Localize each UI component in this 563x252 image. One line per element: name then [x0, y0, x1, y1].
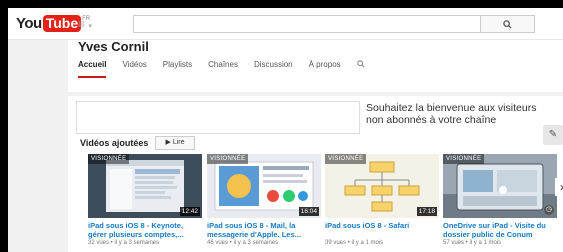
video-thumbnail[interactable]: VISIONNÉE 16:04 [207, 154, 321, 218]
tab-accueil[interactable]: Accueil [78, 60, 107, 78]
video-meta: 39 vues • il y a 1 mois [325, 240, 384, 246]
video-meta: 46 vues • il y a 3 semaines [207, 240, 279, 246]
logo-tube-text: Tube [42, 15, 82, 32]
tab-a-propos[interactable]: À propos [309, 60, 341, 78]
video-card[interactable]: VISIONNÉE 17:18 iPad sous iOS 8 - Safari… [325, 154, 439, 247]
search-input[interactable] [133, 15, 480, 33]
guide-menu-icon[interactable]: ≡ ▾ [78, 18, 92, 33]
masthead: You Tube FR ≡ ▾ [8, 8, 563, 40]
watched-badge: VISIONNÉE [325, 154, 367, 164]
video-title[interactable]: OneDrive sur iPad - Visite du dossier pu… [443, 221, 557, 239]
section-title[interactable]: Vidéos ajoutées [80, 137, 148, 149]
shelf-next-button[interactable]: › [555, 178, 563, 196]
video-thumbnail[interactable]: VISIONNÉE 17:18 [325, 154, 439, 218]
channel-header: Yves Cornil Accueil Vidéos Playlists Cha… [68, 40, 563, 92]
video-duration: 12:42 [179, 207, 200, 216]
watch-later-icon[interactable]: ◷ [544, 205, 554, 215]
play-all-button[interactable]: ▶ Lire [155, 136, 195, 150]
hamburger-icon: ≡ [78, 17, 86, 31]
watched-badge: VISIONNÉE [443, 154, 485, 164]
video-title[interactable]: iPad sous iOS 8 - Keynote, gérer plusieu… [88, 221, 202, 239]
video-meta: 57 vues • il y a 1 mois [443, 240, 502, 246]
channel-tabs: Accueil Vidéos Playlists Chaînes Discuss… [78, 60, 365, 78]
video-title[interactable]: iPad sous iOS 8 - Safari [325, 221, 439, 239]
search-icon [503, 20, 512, 29]
welcome-video-placeholder [76, 101, 360, 134]
video-card[interactable]: VISIONNÉE ◷ OneDrive sur iPad - Visite d… [443, 154, 557, 247]
video-card[interactable]: VISIONNÉE 12:42 iPad sous iOS 8 - Keynot… [88, 154, 202, 247]
video-meta: 32 vues • il y a 3 semaines [88, 240, 160, 246]
search-button[interactable] [480, 15, 535, 33]
chevron-down-icon: ▾ [88, 23, 92, 30]
channel-name: Yves Cornil [78, 39, 149, 54]
edit-section-button[interactable]: ✎ [543, 125, 563, 145]
channel-search-icon[interactable] [356, 60, 365, 78]
video-thumbnail[interactable]: VISIONNÉE 12:42 [88, 154, 202, 218]
channel-home-content: Souhaitez la bienvenue aux visiteurs non… [68, 96, 563, 252]
video-thumbnail[interactable]: VISIONNÉE ◷ [443, 154, 557, 218]
video-duration: 17:18 [416, 207, 437, 216]
watched-badge: VISIONNÉE [88, 154, 130, 164]
tab-videos[interactable]: Vidéos [122, 60, 146, 78]
pencil-icon: ✎ [548, 129, 558, 140]
youtube-channel-page: You Tube FR ≡ ▾ Yves Cornil Accueil Vidé… [8, 8, 563, 252]
video-card[interactable]: VISIONNÉE 16:04 iPad sous iOS 8 - Mail, … [207, 154, 321, 247]
tab-discussion[interactable]: Discussion [254, 60, 293, 78]
tab-playlists[interactable]: Playlists [163, 60, 192, 78]
video-title[interactable]: iPad sous iOS 8 - Mail, la messagerie d'… [207, 221, 321, 239]
watched-badge: VISIONNÉE [207, 154, 249, 164]
welcome-message: Souhaitez la bienvenue aux visiteurs non… [366, 102, 537, 126]
video-duration: 16:04 [298, 207, 319, 216]
logo-you-text: You [16, 15, 42, 32]
tab-chaines[interactable]: Chaînes [208, 60, 238, 78]
